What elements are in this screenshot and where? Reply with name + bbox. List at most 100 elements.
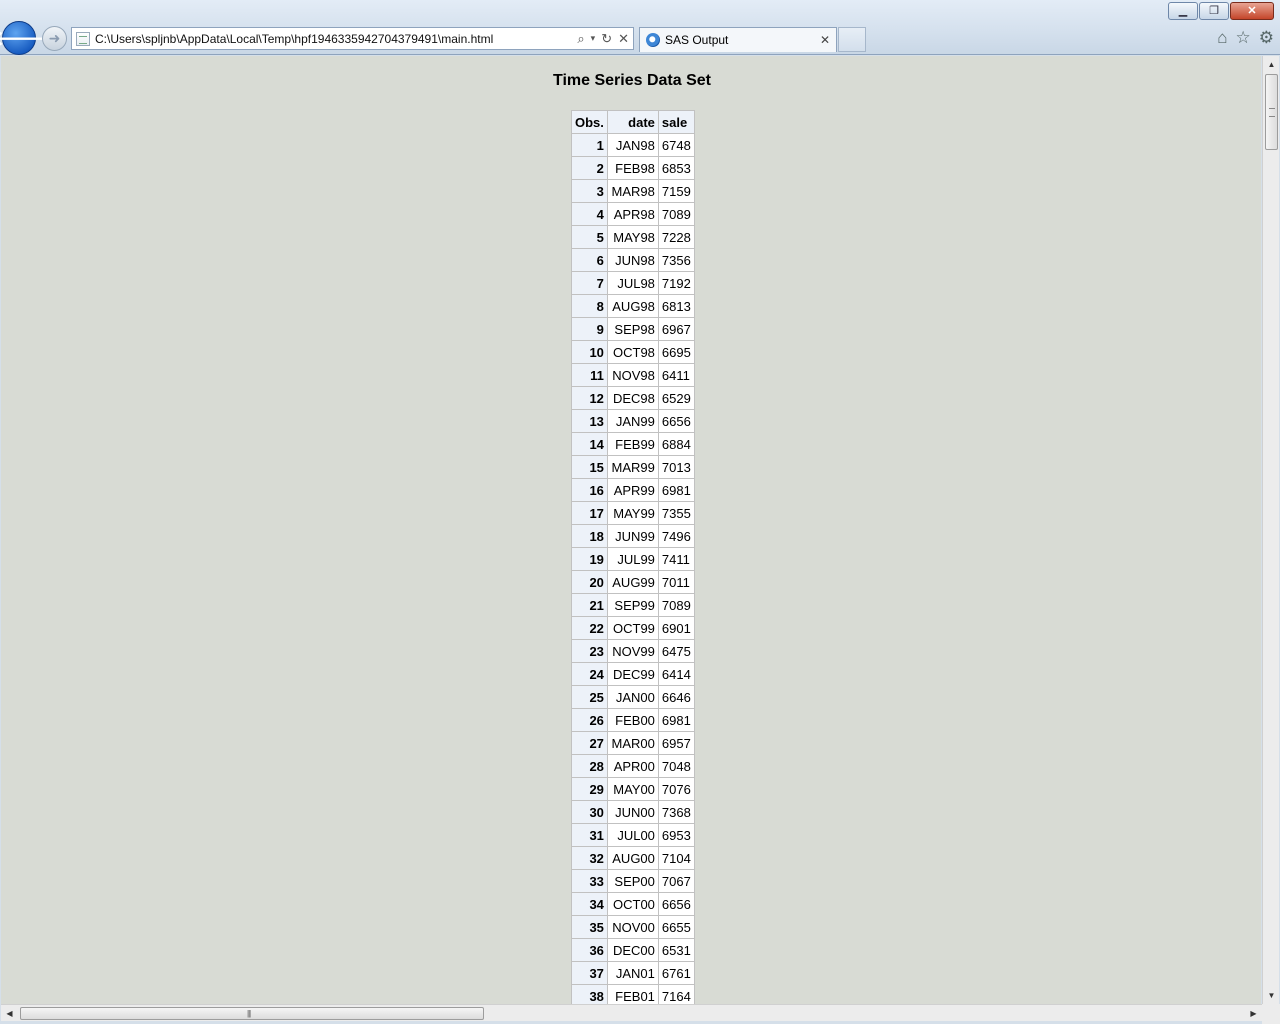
scroll-left-arrow-icon[interactable]: ◀ <box>1 1005 18 1022</box>
cell-date: DEC99 <box>606 662 659 686</box>
table-row: 35 NOV00 6655 <box>571 915 695 939</box>
new-tab-button[interactable] <box>838 27 866 52</box>
cell-obs: 3 <box>571 179 608 203</box>
table-row: 13 JAN99 6656 <box>571 409 695 433</box>
cell-date: OCT00 <box>606 892 659 916</box>
close-window-button[interactable]: ✕ <box>1230 2 1274 20</box>
cell-date: NOV00 <box>606 915 659 939</box>
table-row: 1 JAN98 6748 <box>571 133 695 157</box>
cell-sale: 7089 <box>657 593 695 617</box>
table-row: 29 MAY00 7076 <box>571 777 695 801</box>
tab-sas-output[interactable]: SAS Output ✕ <box>639 27 837 52</box>
cell-obs: 1 <box>571 133 608 157</box>
cell-date: APR98 <box>606 202 659 226</box>
table-body: 1 JAN98 6748 2 FEB98 6853 3 MAR98 7159 4 APR98 7089… <box>571 133 695 1004</box>
cell-obs: 15 <box>571 455 608 479</box>
scroll-up-arrow-icon[interactable]: ▲ <box>1263 56 1280 73</box>
table-row: 9 SEP98 6967 <box>571 317 695 341</box>
cell-sale: 7067 <box>657 869 695 893</box>
cell-obs: 38 <box>571 984 608 1004</box>
table-row: 33 SEP00 7067 <box>571 869 695 893</box>
table-row: 34 OCT00 6656 <box>571 892 695 916</box>
vertical-scroll-thumb[interactable] <box>1265 74 1278 150</box>
cell-obs: 29 <box>571 777 608 801</box>
cell-obs: 33 <box>571 869 608 893</box>
cell-obs: 9 <box>571 317 608 341</box>
cell-sale: 6656 <box>657 409 695 433</box>
cell-date: OCT99 <box>606 616 659 640</box>
cell-date: MAY99 <box>606 501 659 525</box>
table-row: 23 NOV99 6475 <box>571 639 695 663</box>
cell-date: SEP98 <box>606 317 659 341</box>
cell-sale: 6748 <box>657 133 695 157</box>
cell-date: FEB98 <box>606 156 659 180</box>
cell-date: JUL00 <box>606 823 659 847</box>
table-row: 14 FEB99 6884 <box>571 432 695 456</box>
cell-date: MAR98 <box>606 179 659 203</box>
close-tab-icon[interactable]: ✕ <box>820 33 836 47</box>
cell-obs: 34 <box>571 892 608 916</box>
table-row: 25 JAN00 6646 <box>571 685 695 709</box>
cell-date: AUG99 <box>606 570 659 594</box>
cell-date: JUN00 <box>606 800 659 824</box>
cell-sale: 6414 <box>657 662 695 686</box>
cell-obs: 19 <box>571 547 608 571</box>
forward-button[interactable]: ➜ <box>42 26 67 51</box>
horizontal-scroll-thumb[interactable]: ||| <box>20 1007 484 1020</box>
back-button[interactable]: 🡐 <box>0 21 46 55</box>
column-header-obs: Obs. <box>571 110 608 134</box>
cell-sale: 6967 <box>657 317 695 341</box>
cell-sale: 7104 <box>657 846 695 870</box>
table-row: 18 JUN99 7496 <box>571 524 695 548</box>
cell-sale: 6761 <box>657 961 695 985</box>
vertical-scrollbar[interactable]: ▲ ▼ <box>1262 56 1279 1004</box>
page-viewport: Time Series Data Set Obs. date sale 1 JAN… <box>1 56 1261 1004</box>
browser-tools: ⌂ ☆ ⚙ <box>1217 28 1274 48</box>
restore-button[interactable]: ❐ <box>1199 2 1229 20</box>
address-bar[interactable]: C:\Users\spljnb\AppData\Local\Temp\hpf19… <box>71 27 634 50</box>
cell-sale: 6646 <box>657 685 695 709</box>
search-icon[interactable]: ⌕ <box>577 31 584 47</box>
table-row: 16 APR99 6981 <box>571 478 695 502</box>
cell-date: JUN98 <box>606 248 659 272</box>
cell-obs: 4 <box>571 202 608 226</box>
cell-sale: 6655 <box>657 915 695 939</box>
cell-obs: 27 <box>571 731 608 755</box>
dropdown-icon[interactable]: ▾ <box>591 33 596 44</box>
cell-date: JAN01 <box>606 961 659 985</box>
cell-obs: 37 <box>571 961 608 985</box>
cell-obs: 24 <box>571 662 608 686</box>
scroll-right-arrow-icon[interactable]: ▶ <box>1245 1005 1262 1022</box>
cell-obs: 32 <box>571 846 608 870</box>
ie-icon <box>646 33 660 47</box>
back-arrow-icon: 🡐 <box>0 27 46 50</box>
cell-obs: 5 <box>571 225 608 249</box>
cell-sale: 6981 <box>657 478 695 502</box>
cell-obs: 36 <box>571 938 608 962</box>
gear-icon[interactable]: ⚙ <box>1259 28 1274 48</box>
refresh-icon[interactable]: ↻ <box>601 31 612 47</box>
browser-chrome: ▁ ❐ ✕ 🡐 ➜ C:\Users\spljnb\AppData\Local\… <box>0 0 1280 55</box>
home-icon[interactable]: ⌂ <box>1217 28 1227 48</box>
star-icon[interactable]: ☆ <box>1236 28 1251 48</box>
scroll-down-arrow-icon[interactable]: ▼ <box>1263 987 1280 1004</box>
minimize-button[interactable]: ▁ <box>1168 2 1198 20</box>
table-row: 7 JUL98 7192 <box>571 271 695 295</box>
cell-sale: 7192 <box>657 271 695 295</box>
address-text[interactable]: C:\Users\spljnb\AppData\Local\Temp\hpf19… <box>95 32 577 46</box>
cell-obs: 28 <box>571 754 608 778</box>
cell-sale: 6475 <box>657 639 695 663</box>
cell-date: FEB00 <box>606 708 659 732</box>
data-table: Obs. date sale 1 JAN98 6748 2 FEB98 6853 3 MAR9… <box>571 110 695 1004</box>
cell-obs: 20 <box>571 570 608 594</box>
scrollbar-corner <box>1262 1004 1280 1024</box>
table-row: 21 SEP99 7089 <box>571 593 695 617</box>
table-row: 31 JUL00 6953 <box>571 823 695 847</box>
table-row: 19 JUL99 7411 <box>571 547 695 571</box>
horizontal-scrollbar[interactable]: ◀ ||| ▶ <box>1 1004 1262 1021</box>
cell-date: MAR00 <box>606 731 659 755</box>
stop-icon[interactable]: ✕ <box>618 31 629 47</box>
cell-date: APR00 <box>606 754 659 778</box>
table-row: 8 AUG98 6813 <box>571 294 695 318</box>
cell-sale: 6695 <box>657 340 695 364</box>
